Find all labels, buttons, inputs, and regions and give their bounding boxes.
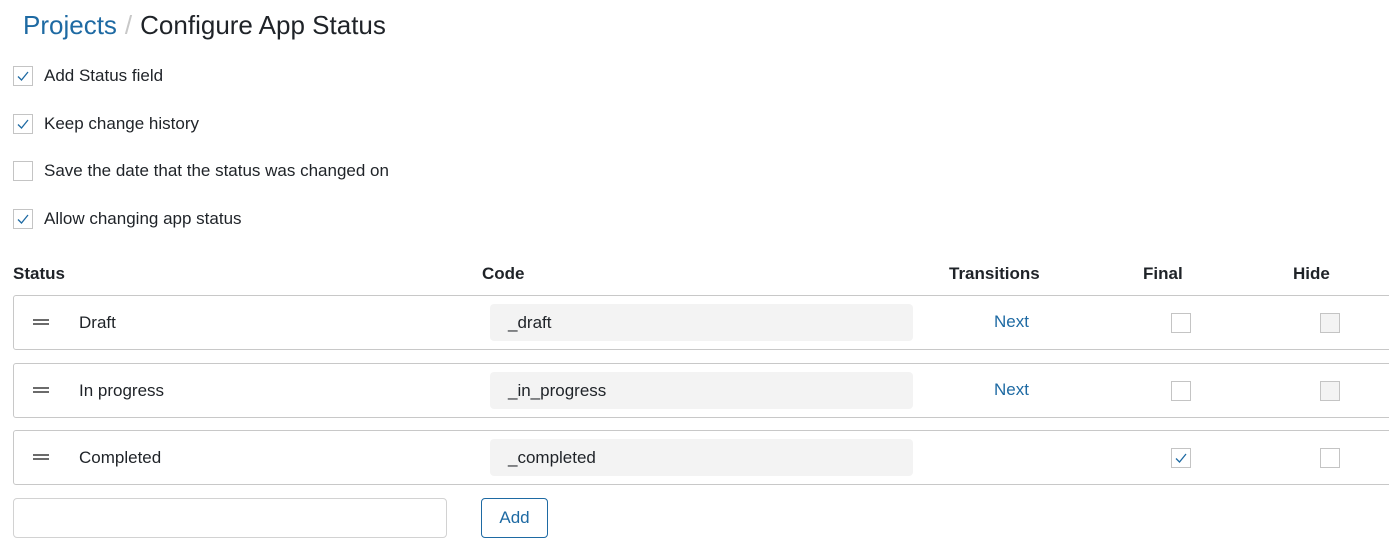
breadcrumb: Projects / Configure App Status (23, 8, 386, 42)
status-name: Draft (79, 313, 116, 332)
option-keep-change-history[interactable]: Keep change history (13, 114, 199, 134)
drag-handle-icon[interactable] (33, 454, 49, 460)
drag-handle-icon[interactable] (33, 387, 49, 393)
column-header-code: Code (482, 264, 525, 283)
checkmark-icon (17, 119, 29, 129)
keep-change-history-checkbox[interactable] (13, 114, 33, 134)
option-save-status-date[interactable]: Save the date that the status was change… (13, 161, 389, 181)
status-code-field: _completed (490, 439, 913, 476)
option-label: Keep change history (44, 114, 199, 133)
save-status-date-checkbox[interactable] (13, 161, 33, 181)
status-code-field: _draft (490, 304, 913, 341)
status-name: Completed (79, 448, 162, 467)
final-checkbox[interactable] (1171, 381, 1191, 401)
breadcrumb-projects-link[interactable]: Projects (23, 10, 117, 40)
hide-checkbox[interactable] (1320, 381, 1340, 401)
status-row: In progress _in_progress Next (13, 363, 1389, 418)
column-header-final: Final (1143, 264, 1183, 283)
checkmark-icon (17, 71, 29, 81)
status-name: In progress (79, 381, 165, 400)
option-label: Add Status field (44, 66, 164, 85)
option-label: Save the date that the status was change… (44, 161, 389, 180)
transition-next-link[interactable]: Next (994, 312, 1029, 332)
add-status-field-checkbox[interactable] (13, 66, 33, 86)
transition-next-link[interactable]: Next (994, 380, 1029, 400)
option-label: Allow changing app status (44, 209, 242, 228)
final-checkbox[interactable] (1171, 313, 1191, 333)
new-status-input[interactable] (13, 498, 447, 538)
option-allow-changing-status[interactable]: Allow changing app status (13, 209, 242, 229)
add-status-button[interactable]: Add (481, 498, 548, 538)
checkmark-icon (1175, 453, 1187, 463)
hide-checkbox[interactable] (1320, 313, 1340, 333)
status-row: Draft _draft Next (13, 295, 1389, 350)
hide-checkbox[interactable] (1320, 448, 1340, 468)
column-header-hide: Hide (1293, 264, 1330, 283)
drag-handle-icon[interactable] (33, 319, 49, 325)
page-title: Configure App Status (140, 10, 386, 40)
column-header-status: Status (13, 264, 65, 283)
final-checkbox[interactable] (1171, 448, 1191, 468)
option-add-status-field[interactable]: Add Status field (13, 66, 163, 86)
column-header-transitions: Transitions (949, 264, 1040, 283)
checkmark-icon (17, 214, 29, 224)
status-row: Completed _completed (13, 430, 1389, 485)
breadcrumb-separator: / (124, 10, 133, 40)
status-code-field: _in_progress (490, 372, 913, 409)
allow-changing-status-checkbox[interactable] (13, 209, 33, 229)
